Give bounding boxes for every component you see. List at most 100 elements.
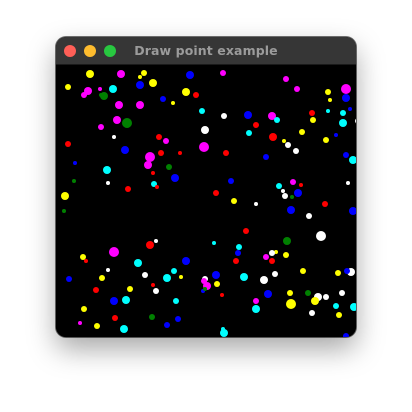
point	[263, 154, 269, 160]
point	[98, 87, 102, 91]
point	[62, 209, 66, 213]
point	[328, 98, 332, 102]
point	[138, 75, 142, 79]
point	[106, 181, 110, 185]
point	[269, 133, 277, 141]
point	[94, 323, 100, 329]
point	[106, 268, 110, 272]
point	[311, 297, 319, 305]
app-window: Draw point example	[56, 37, 356, 337]
point	[269, 258, 275, 264]
point	[228, 178, 234, 184]
point	[201, 126, 209, 134]
point	[276, 183, 282, 189]
point	[103, 166, 111, 174]
point	[113, 116, 121, 124]
point	[141, 70, 147, 76]
point	[309, 110, 315, 116]
point	[269, 250, 275, 256]
minimize-button[interactable]	[84, 45, 96, 57]
point	[156, 134, 162, 140]
point	[171, 101, 175, 105]
point	[134, 259, 142, 267]
point	[220, 293, 224, 297]
point	[213, 190, 219, 196]
point	[171, 268, 177, 274]
point	[309, 310, 315, 316]
close-button[interactable]	[64, 45, 76, 57]
point	[199, 142, 209, 152]
point	[78, 321, 82, 325]
point	[110, 297, 118, 305]
point	[212, 241, 216, 245]
point	[80, 254, 86, 260]
point	[283, 76, 289, 82]
point	[193, 92, 199, 98]
point	[223, 150, 229, 156]
point	[151, 171, 155, 175]
zoom-button[interactable]	[104, 45, 116, 57]
point	[182, 88, 190, 96]
point	[151, 283, 155, 287]
point	[212, 271, 220, 279]
point	[290, 179, 296, 185]
point	[220, 70, 226, 76]
point	[173, 298, 179, 304]
point	[178, 151, 182, 155]
points-layer	[61, 70, 356, 337]
point	[121, 146, 129, 154]
point	[264, 290, 272, 298]
point	[61, 192, 69, 200]
point	[322, 201, 328, 207]
point	[333, 303, 339, 309]
point	[163, 274, 171, 282]
point	[81, 92, 87, 98]
point	[285, 142, 291, 148]
title-bar[interactable]: Draw point example	[56, 37, 356, 65]
point	[334, 133, 338, 137]
point	[323, 137, 329, 143]
point	[155, 185, 159, 189]
drawing-canvas[interactable]	[56, 65, 356, 337]
point	[299, 129, 305, 135]
point	[343, 152, 349, 158]
point	[240, 273, 248, 281]
point	[86, 70, 94, 78]
point	[263, 254, 269, 260]
point	[290, 195, 294, 199]
point	[125, 186, 131, 192]
point	[282, 193, 288, 199]
point	[346, 181, 350, 185]
point	[348, 107, 352, 111]
point	[214, 281, 220, 287]
point	[199, 108, 205, 114]
point	[236, 244, 242, 250]
point	[323, 294, 329, 300]
point	[260, 276, 268, 284]
point	[122, 296, 130, 304]
point	[235, 250, 241, 256]
point	[158, 150, 164, 156]
point	[136, 101, 144, 109]
point	[109, 247, 119, 257]
point	[73, 161, 77, 165]
point	[294, 189, 302, 197]
point	[154, 239, 158, 243]
point	[166, 164, 172, 170]
window-title: Draw point example	[134, 43, 278, 58]
point	[99, 275, 105, 281]
point	[344, 268, 350, 274]
point	[160, 96, 166, 102]
point	[305, 290, 311, 296]
point	[72, 179, 76, 183]
point	[310, 117, 316, 123]
point	[112, 315, 118, 321]
point	[300, 268, 306, 274]
point	[146, 241, 154, 249]
point	[164, 322, 170, 328]
point	[339, 119, 347, 127]
point	[112, 135, 116, 139]
point	[287, 290, 293, 296]
point	[306, 213, 312, 219]
point	[186, 71, 194, 79]
